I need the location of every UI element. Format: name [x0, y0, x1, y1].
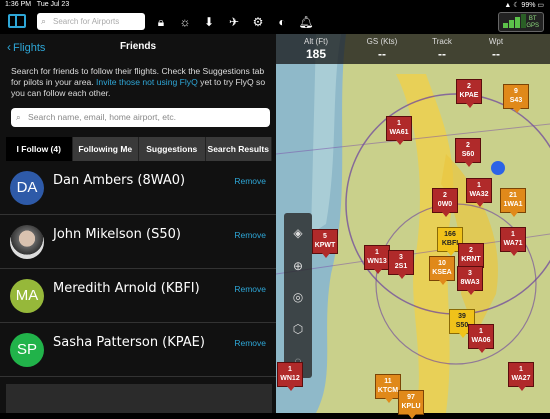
airport-pin[interactable]: 3 2S1	[388, 250, 414, 279]
airport-pin[interactable]: 1 WA61	[386, 116, 412, 145]
avatar	[10, 225, 44, 259]
sidebar-icon[interactable]	[8, 14, 26, 28]
compass-icon[interactable]: ◎	[290, 289, 306, 305]
page-title: Friends	[119, 41, 157, 52]
airport-pin[interactable]: 1 WN12	[277, 362, 303, 391]
info-altitude: Alt (Ft) 185	[304, 37, 328, 61]
ownship-location-icon	[491, 161, 505, 175]
gear-icon[interactable]: ⚙	[250, 14, 266, 30]
contrast-icon[interactable]: ◐	[274, 14, 290, 30]
airport-pin[interactable]: 2 S60	[455, 138, 481, 167]
friends-panel: ‹ Flights Friends Search for friends to f…	[0, 34, 276, 413]
tab-search-results[interactable]: Search Results	[206, 137, 272, 161]
remove-button[interactable]: Remove	[234, 284, 266, 294]
status-bar: 1:36 PM Tue Jul 23 ▲ ☾ 99% ▭	[0, 0, 550, 10]
bell-icon[interactable]: 🔔︎	[298, 14, 314, 30]
avatar: DA	[10, 171, 44, 205]
crosshair-icon[interactable]: ⊕	[290, 258, 306, 274]
tab-following-me[interactable]: Following Me	[73, 137, 139, 161]
info-waypoint: Wpt --	[488, 37, 504, 61]
list-item[interactable]: DA Dan Ambers (8WA0) Remove	[0, 161, 276, 215]
remove-button[interactable]: Remove	[234, 230, 266, 240]
list-item[interactable]: MA Meredith Arnold (KBFI) Remove	[0, 269, 276, 323]
search-icon: ⌕	[41, 16, 47, 26]
search-icon: ⌕	[16, 112, 21, 122]
brightness-icon[interactable]: ☼	[177, 14, 193, 30]
friend-name: Sasha Patterson (KPAE)	[53, 335, 205, 350]
airplane-icon[interactable]: ✈	[226, 14, 242, 30]
remove-button[interactable]: Remove	[234, 176, 266, 186]
airport-pin[interactable]: 97 KPLU	[398, 390, 424, 419]
panel-footer	[6, 384, 272, 413]
airport-pin[interactable]: 1 WA27	[508, 362, 534, 391]
airport-pin[interactable]: 1 WA06	[468, 324, 494, 353]
airport-pin[interactable]: 2 KPAE	[456, 79, 482, 108]
info-track: Track --	[432, 37, 452, 61]
avatar: SP	[10, 333, 44, 367]
airport-pin[interactable]: 1 WN13	[364, 245, 390, 274]
friend-name: Meredith Arnold (KBFI)	[53, 281, 200, 296]
info-groundspeed: GS (Kts) --	[366, 37, 398, 61]
cube-icon[interactable]: ⬡	[290, 321, 306, 337]
airport-pin[interactable]: 10 KSEA	[429, 256, 455, 285]
invite-link[interactable]: Invite those not using FlyQ	[96, 77, 198, 87]
flight-info-bar: Alt (Ft) 185 GS (Kts) -- Track -- Wpt --	[276, 34, 550, 64]
airport-pin[interactable]: 9 S43	[503, 84, 529, 113]
gps-status-indicator[interactable]: BT GPS	[498, 12, 544, 32]
layers-icon[interactable]: ◈	[290, 225, 306, 241]
panel-header: ‹ Flights Friends	[0, 34, 276, 60]
remove-button[interactable]: Remove	[234, 338, 266, 348]
airport-search-input[interactable]: ⌕ Search for Airports	[37, 13, 145, 30]
tab-suggestions[interactable]: Suggestions	[139, 137, 206, 161]
friend-search-input[interactable]: ⌕ Search name, email, home airport, etc.	[11, 108, 270, 127]
list-item[interactable]: John Mikelson (S50) Remove	[0, 215, 276, 269]
lock-icon[interactable]: 🔒︎	[153, 14, 169, 30]
intro-text: Search for friends to follow their fligh…	[11, 66, 266, 98]
status-time: 1:36 PM Tue Jul 23	[5, 1, 70, 8]
friends-list: DA Dan Ambers (8WA0) Remove John Mikelso…	[0, 161, 276, 377]
map-side-tools: ◈ ⊕ ◎ ⬡ ◌	[284, 213, 312, 378]
list-item[interactable]: SP Sasha Patterson (KPAE) Remove	[0, 323, 276, 377]
friend-name: Dan Ambers (8WA0)	[53, 173, 186, 188]
airport-pin[interactable]: 5 KPWT	[312, 229, 338, 258]
airport-pin[interactable]: 2 0W0	[432, 188, 458, 217]
friend-name: John Mikelson (S50)	[53, 227, 181, 242]
tab-i-follow[interactable]: I Follow (4)	[6, 137, 73, 161]
battery-indicator: ▲ ☾ 99% ▭	[504, 2, 544, 9]
airport-pin[interactable]: 1 WA32	[466, 178, 492, 207]
airport-pin[interactable]: 2 KRNT	[458, 243, 484, 272]
airport-pin[interactable]: 3 8WA3	[457, 266, 483, 295]
segmented-tabs: I Follow (4) Following Me Suggestions Se…	[6, 137, 272, 161]
download-icon[interactable]: ⬇	[201, 14, 217, 30]
top-toolbar: ⌕ Search for Airports 🔒︎ ☼ ⬇ ✈ ⚙ ◐ 🔔︎ BT…	[0, 10, 550, 34]
avatar: MA	[10, 279, 44, 313]
airport-pin[interactable]: 1 WA71	[500, 227, 526, 256]
airport-pin[interactable]: 21 1WA1	[500, 188, 526, 217]
